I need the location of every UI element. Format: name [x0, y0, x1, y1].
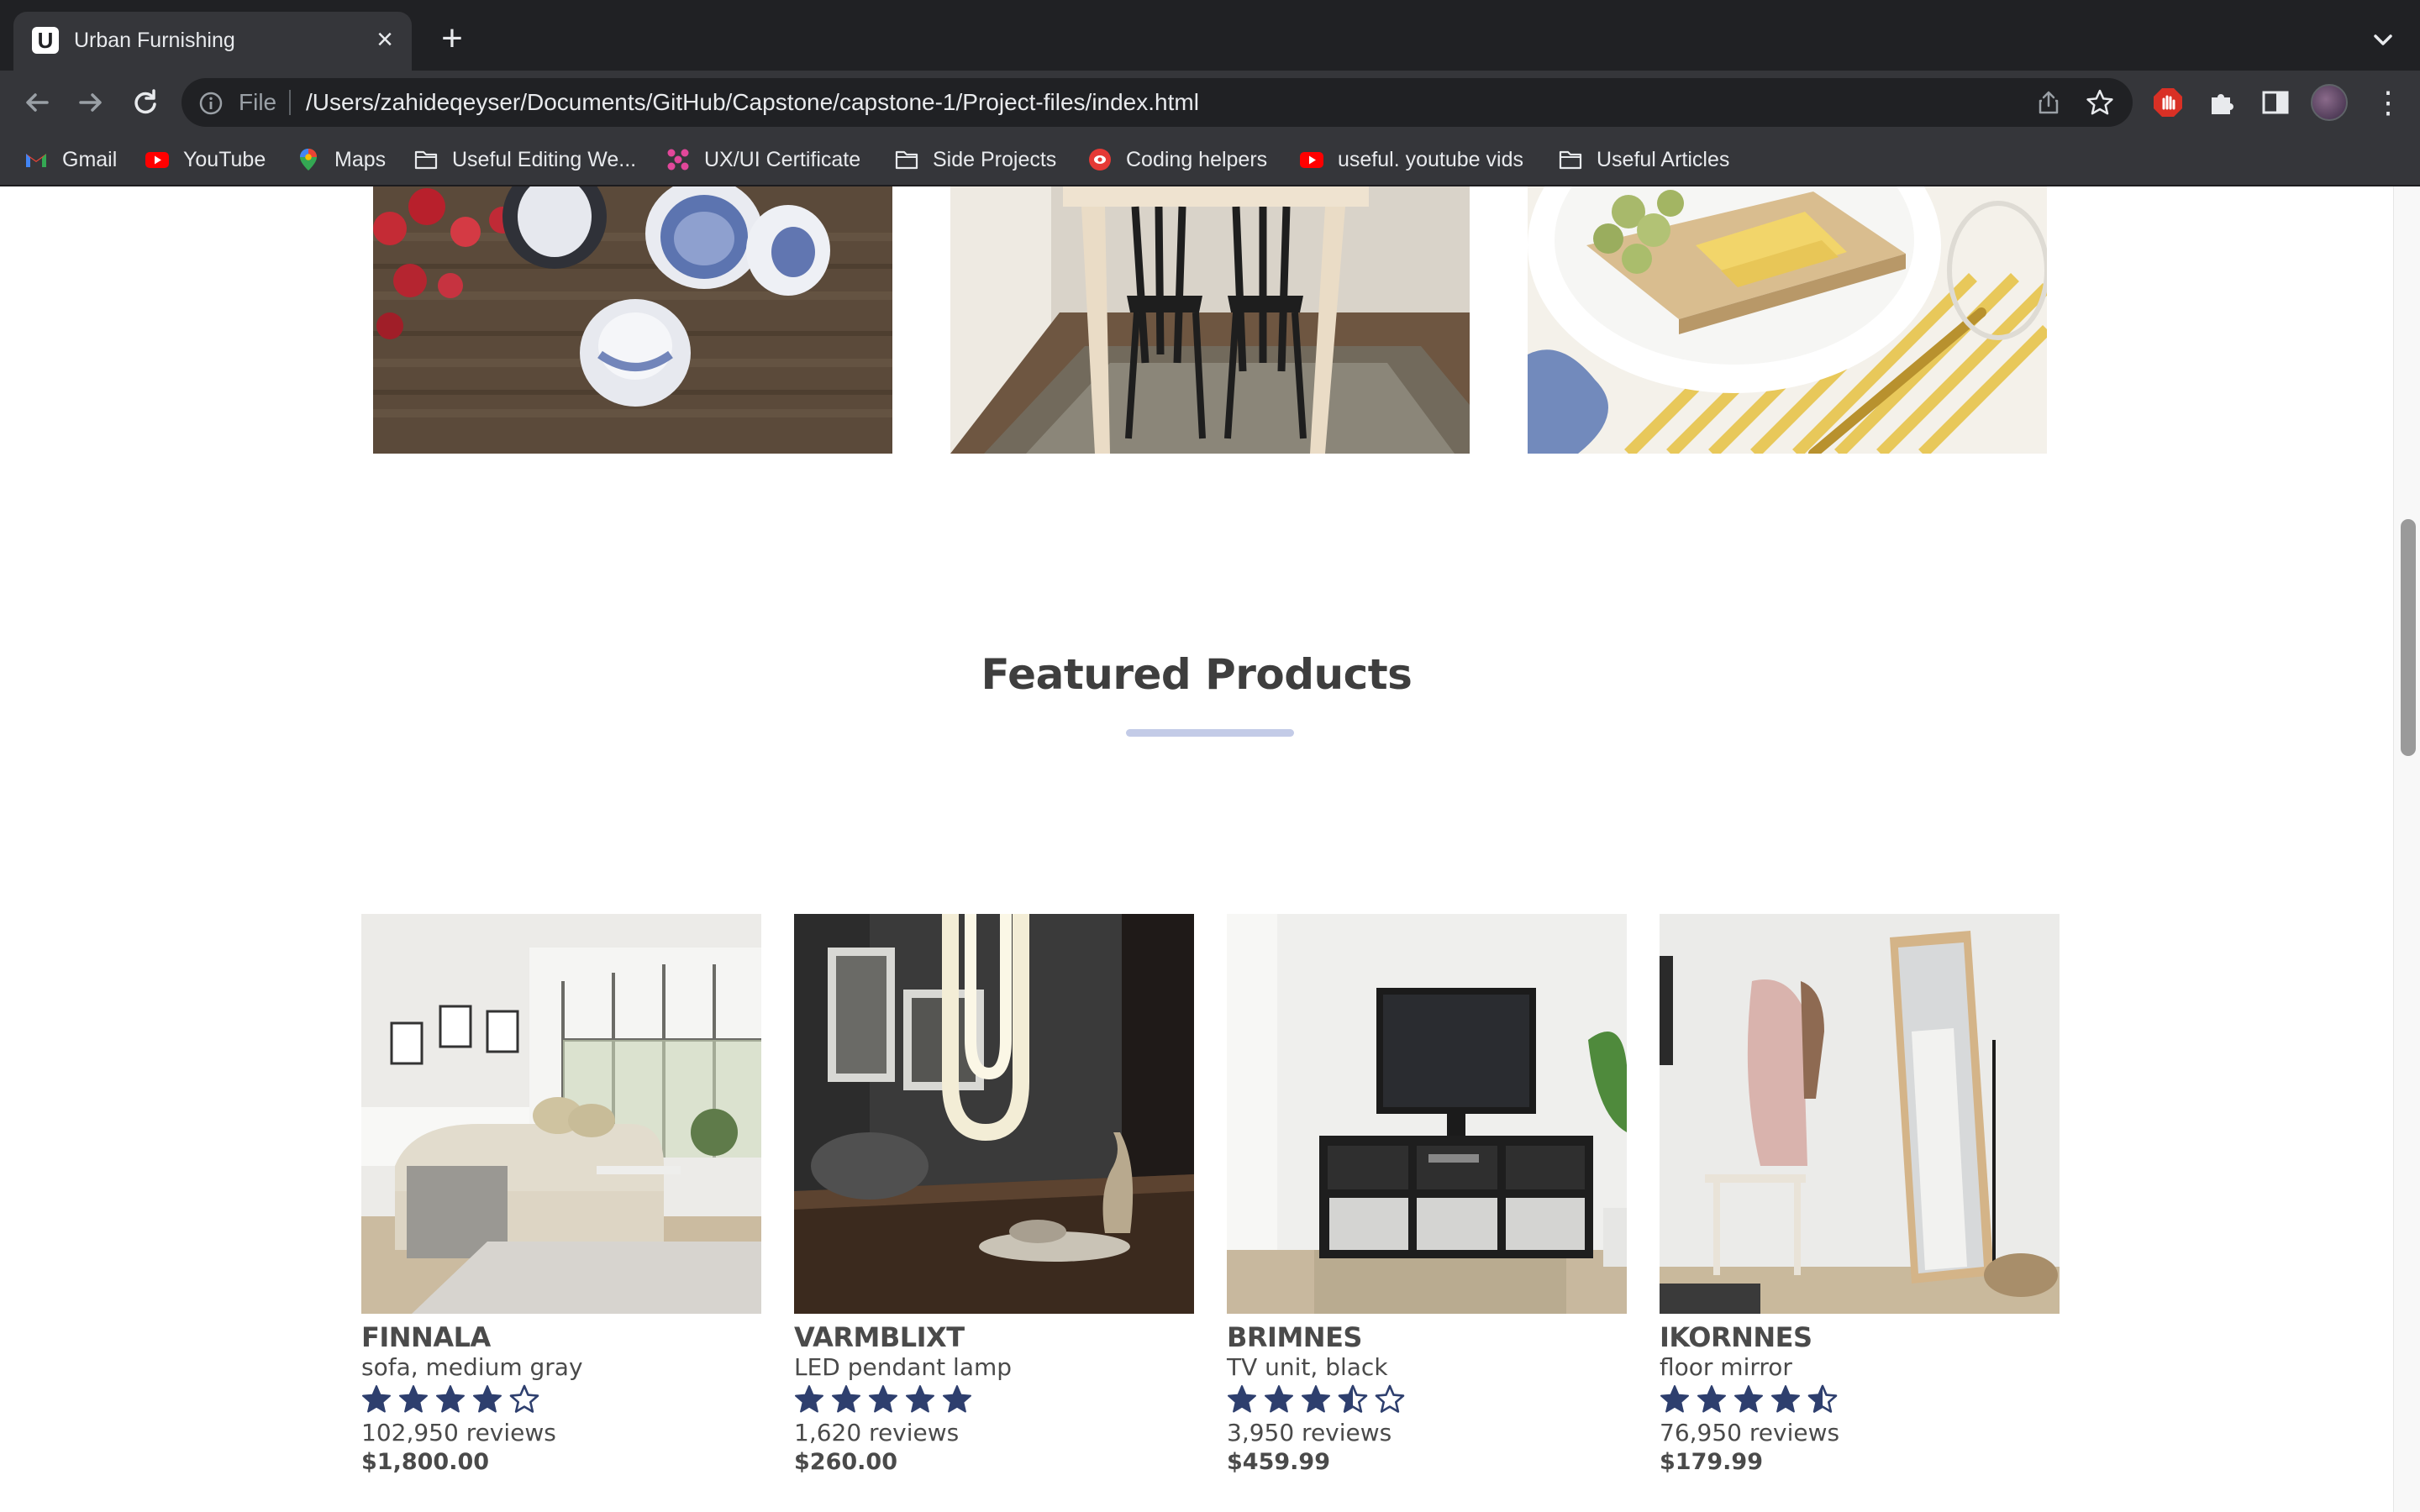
star-filled-icon [1301, 1384, 1331, 1416]
category-image-table-setting[interactable] [1528, 186, 2047, 454]
product-card-brimnes[interactable]: BRIMNES TV unit, black 3,950 reviews $45… [1227, 914, 1627, 1477]
star-empty-icon [1375, 1384, 1405, 1416]
tab-search-chevron-icon[interactable] [2368, 25, 2398, 55]
adblock-extension-icon[interactable] [2151, 86, 2185, 119]
star-filled-icon [831, 1384, 861, 1416]
product-rating-stars [794, 1384, 1194, 1416]
maps-pin-icon [300, 149, 317, 171]
url-scheme-label: File [239, 89, 277, 115]
featured-products-title: Featured Products [981, 650, 1413, 699]
product-name[interactable]: BRIMNES [1227, 1320, 1627, 1354]
bookmark-side-projects[interactable]: Side Projects [894, 144, 1056, 175]
product-image-tv-unit[interactable] [1227, 914, 1627, 1314]
side-panel-icon[interactable] [2259, 86, 2292, 119]
url-separator [289, 90, 291, 115]
star-filled-icon [361, 1384, 392, 1416]
product-name[interactable]: VARMBLIXT [794, 1320, 1194, 1354]
product-image-floor-mirror[interactable] [1660, 914, 2060, 1314]
product-name[interactable]: FINNALA [361, 1320, 761, 1354]
reload-icon[interactable] [128, 86, 161, 119]
bookmark-useful-youtube-vids[interactable]: useful. youtube vids [1299, 144, 1523, 175]
star-half-icon [1338, 1384, 1368, 1416]
product-reviews-count[interactable]: 1,620 reviews [794, 1420, 1194, 1446]
product-price: $179.99 [1660, 1449, 1763, 1475]
product-rating-stars [361, 1384, 761, 1416]
product-description: sofa, medium gray [361, 1353, 583, 1381]
star-filled-icon [1770, 1384, 1801, 1416]
share-icon[interactable] [2035, 89, 2062, 116]
star-filled-icon [1697, 1384, 1727, 1416]
bookmark-useful-articles[interactable]: Useful Articles [1558, 144, 1729, 175]
star-filled-icon [398, 1384, 429, 1416]
scrollbar-thumb[interactable] [2401, 519, 2416, 756]
browser-menu-icon[interactable]: ⋮ [2373, 86, 2403, 119]
product-name[interactable]: IKORNNES [1660, 1320, 2060, 1354]
browser-tab[interactable]: U Urban Furnishing × [13, 12, 412, 71]
product-reviews-count[interactable]: 102,950 reviews [361, 1420, 761, 1446]
bookmark-star-icon[interactable] [2086, 88, 2114, 117]
product-description: LED pendant lamp [794, 1353, 1013, 1381]
product-description: TV unit, black [1227, 1353, 1388, 1381]
extensions-puzzle-icon[interactable] [2205, 86, 2238, 119]
bookmark-uxui-certificate[interactable]: UX/UI Certificate [666, 144, 860, 175]
tab-title: Urban Furnishing [74, 29, 235, 52]
star-filled-icon [435, 1384, 466, 1416]
tab-close-icon[interactable]: × [370, 25, 400, 55]
star-filled-icon [905, 1384, 935, 1416]
bookmark-coding-helpers[interactable]: Coding helpers [1087, 144, 1267, 175]
new-tab-icon[interactable]: + [435, 20, 469, 57]
star-half-icon [1807, 1384, 1838, 1416]
address-bar[interactable]: File /Users/zahideqeyser/Documents/GitHu… [182, 78, 2133, 127]
folder-icon [895, 150, 918, 170]
star-filled-icon [1733, 1384, 1764, 1416]
product-reviews-count[interactable]: 76,950 reviews [1660, 1420, 2060, 1446]
star-filled-icon [1660, 1384, 1690, 1416]
product-price: $459.99 [1227, 1449, 1330, 1475]
product-rating-stars [1660, 1384, 2060, 1416]
product-card-finnala[interactable]: FINNALA sofa, medium gray 102,950 review… [361, 914, 761, 1477]
category-image-tableware[interactable] [373, 186, 892, 454]
browser-toolbar: File /Users/zahideqeyser/Documents/GitHu… [0, 71, 2420, 134]
gmail-icon [26, 154, 46, 167]
star-filled-icon [472, 1384, 502, 1416]
bookmark-useful-editing[interactable]: Useful Editing We... [413, 144, 636, 175]
bookmark-gmail[interactable]: Gmail [24, 144, 117, 175]
star-filled-icon [942, 1384, 972, 1416]
info-icon[interactable] [198, 91, 224, 116]
title-underline-accent [1126, 729, 1294, 737]
forward-arrow-icon[interactable] [74, 86, 108, 119]
site-favicon-icon: U [32, 27, 59, 54]
page-scrollbar[interactable] [2393, 186, 2420, 1512]
product-reviews-count[interactable]: 3,950 reviews [1227, 1420, 1627, 1446]
product-description: floor mirror [1660, 1353, 1792, 1381]
page-viewport: Featured Products FINNALA sofa, medium g… [0, 186, 2420, 1512]
folder-icon [1559, 150, 1582, 170]
dots-icon [667, 149, 689, 171]
url-text[interactable]: /Users/zahideqeyser/Documents/GitHub/Cap… [306, 89, 1199, 116]
tab-strip: U Urban Furnishing × + [0, 0, 2420, 71]
back-arrow-icon[interactable] [20, 86, 54, 119]
star-filled-icon [794, 1384, 824, 1416]
star-filled-icon [868, 1384, 898, 1416]
star-filled-icon [1264, 1384, 1294, 1416]
product-rating-stars [1227, 1384, 1627, 1416]
profile-avatar[interactable] [2311, 84, 2348, 121]
product-price: $260.00 [794, 1449, 897, 1475]
product-card-ikornnes[interactable]: IKORNNES floor mirror 76,950 reviews $17… [1660, 914, 2060, 1477]
product-image-pendant-lamp[interactable] [794, 914, 1194, 1314]
product-price: $1,800.00 [361, 1449, 490, 1475]
record-icon [1089, 149, 1111, 171]
category-image-dining[interactable] [950, 186, 1470, 454]
bookmarks-bar: Gmail YouTube Maps Useful Editing We... … [0, 134, 2420, 186]
bookmark-maps[interactable]: Maps [296, 144, 386, 175]
star-filled-icon [1227, 1384, 1257, 1416]
youtube-icon [145, 152, 169, 168]
folder-icon [414, 150, 438, 170]
star-empty-icon [509, 1384, 539, 1416]
product-image-sofa[interactable] [361, 914, 761, 1314]
bookmark-youtube[interactable]: YouTube [145, 144, 266, 175]
youtube-icon [1300, 152, 1323, 168]
product-card-varmblixt[interactable]: VARMBLIXT LED pendant lamp 1,620 reviews… [794, 914, 1194, 1477]
